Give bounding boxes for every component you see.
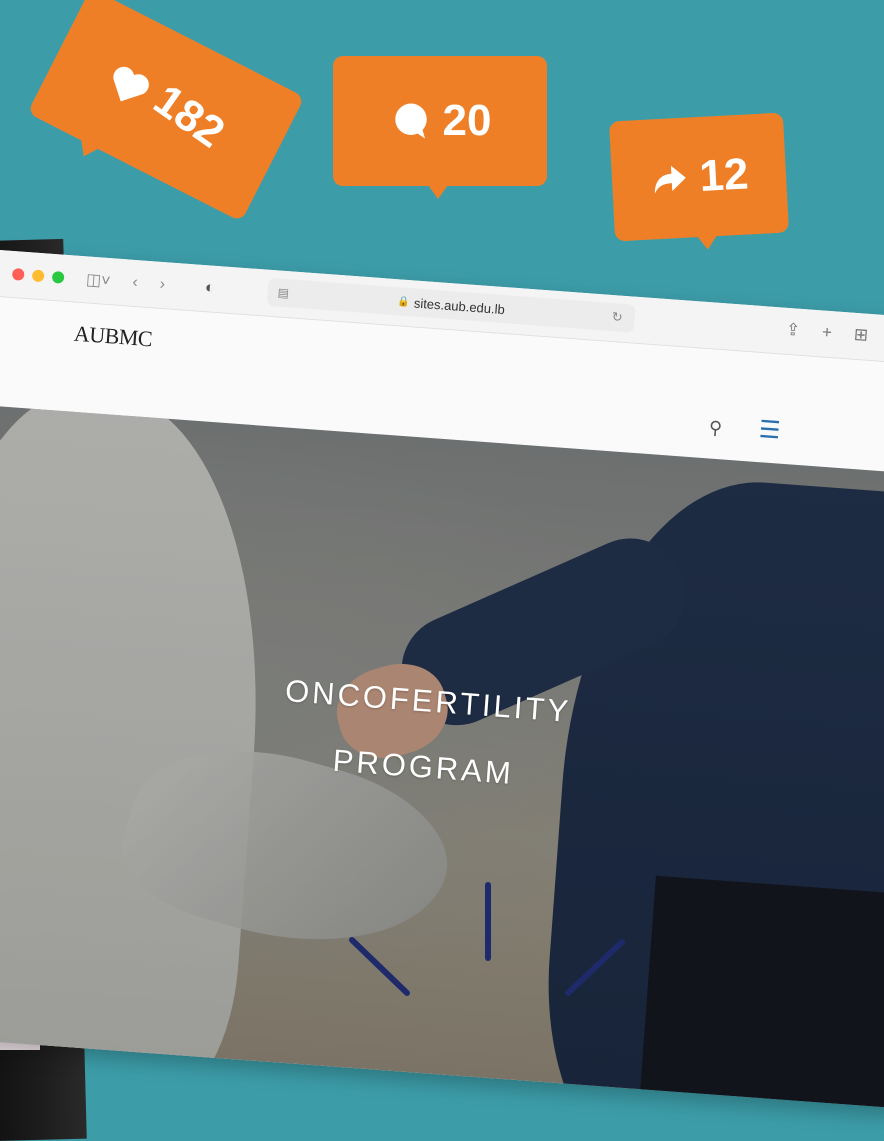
toolbar-right: ⇪ + ⊞ <box>785 320 869 346</box>
new-tab-icon[interactable]: + <box>821 322 832 343</box>
comments-count: 20 <box>442 96 492 145</box>
back-icon[interactable]: ‹ <box>132 274 139 292</box>
shield-icon[interactable]: ◐ <box>204 279 215 298</box>
hero-banner: ONCOFERTILITY PROGRAM <box>0 405 884 1109</box>
zoom-window-button[interactable] <box>51 270 65 284</box>
share-icon[interactable]: ⇪ <box>785 320 801 341</box>
forward-icon[interactable]: › <box>159 276 166 294</box>
reload-icon[interactable]: ↻ <box>611 309 623 326</box>
shares-count: 12 <box>698 149 750 201</box>
reader-icon[interactable]: ▤ <box>277 285 289 300</box>
comments-bubble: 20 <box>333 56 547 199</box>
likes-count: 182 <box>145 75 234 158</box>
search-icon[interactable]: ⚲ <box>708 417 723 439</box>
sidebar-icon[interactable]: ◫˅ <box>85 269 111 291</box>
close-window-button[interactable] <box>11 267 25 281</box>
logo-name: AUBMC <box>73 320 154 352</box>
likes-bubble: 182 <box>27 0 305 222</box>
browser-window: ◫˅ ‹ › ◐ ▤ 🔒 sites.aub.edu.lb ↻ ⇪ + ⊞ AU… <box>0 250 884 1109</box>
url-text: sites.aub.edu.lb <box>413 294 506 317</box>
shares-bubble: 12 <box>608 112 790 242</box>
window-controls <box>11 267 65 284</box>
heart-icon <box>113 66 150 102</box>
lock-icon: 🔒 <box>397 295 411 308</box>
share-arrow-icon <box>654 165 686 194</box>
tab-overview-icon[interactable]: ⊞ <box>853 325 869 346</box>
aubmc-logo[interactable]: AUBMC <box>73 321 153 353</box>
minimize-window-button[interactable] <box>31 269 45 283</box>
comment-icon <box>394 103 427 139</box>
hamburger-menu-icon[interactable]: ☰ <box>758 415 782 445</box>
